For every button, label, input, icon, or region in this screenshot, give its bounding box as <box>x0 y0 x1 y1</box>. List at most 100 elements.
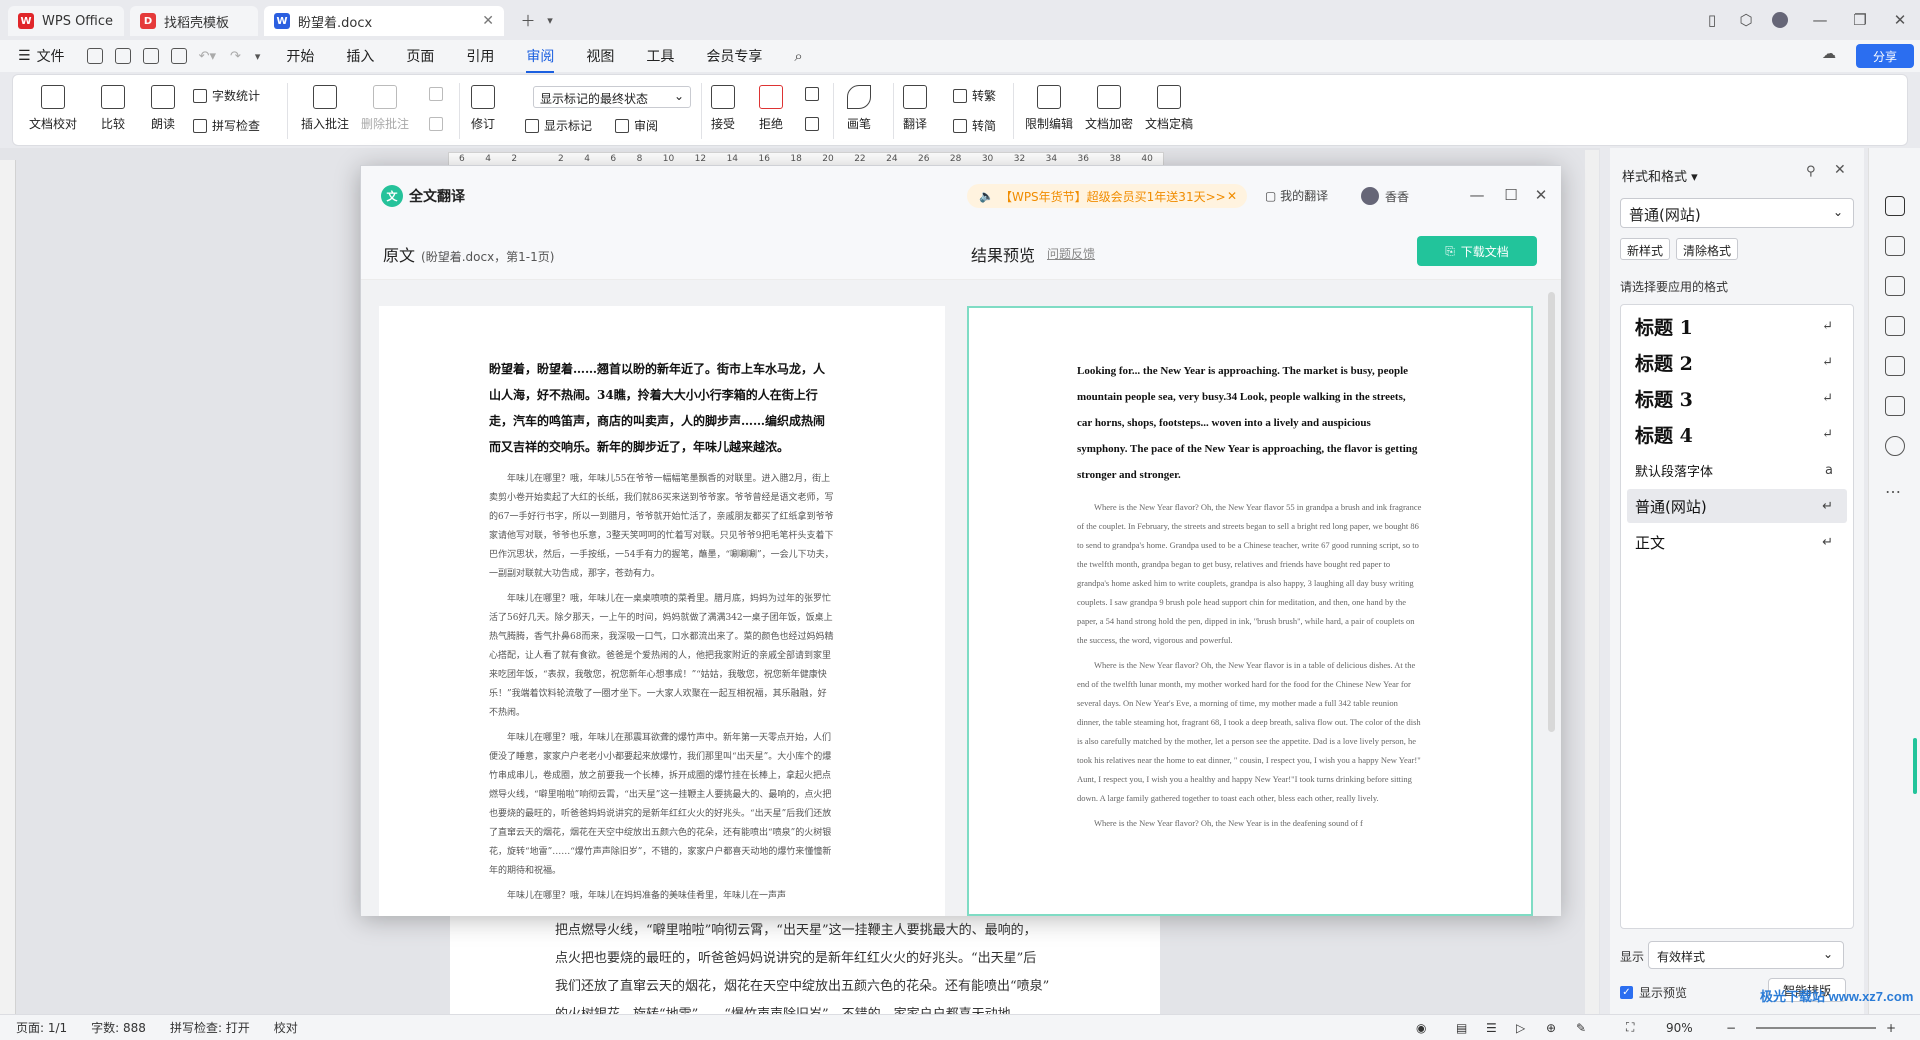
redo-icon[interactable]: ↷ <box>230 49 241 64</box>
style-pen-icon[interactable] <box>1885 196 1905 216</box>
zoom-in-icon[interactable]: + <box>1886 1021 1896 1035</box>
style-item-body[interactable]: 正文 ↵ <box>1627 525 1847 559</box>
zoom-out-icon[interactable]: − <box>1726 1021 1736 1035</box>
undo-icon[interactable]: ↶▾ <box>199 49 216 64</box>
word-count-button[interactable]: 字数统计 <box>193 87 260 104</box>
restrict-edit-button[interactable]: 限制编辑 <box>1025 85 1073 132</box>
user-account[interactable]: 香香 <box>1361 187 1409 205</box>
to-simplified-button[interactable]: 转简 <box>953 117 996 134</box>
style-item-default-font[interactable]: 默认段落字体 a <box>1627 453 1847 487</box>
reject-button[interactable]: 拒绝 <box>759 85 783 132</box>
my-translations-link[interactable]: ▢ 我的翻译 <box>1265 187 1328 204</box>
close-icon[interactable]: ✕ <box>1834 162 1846 178</box>
edit-icon[interactable] <box>1885 316 1905 336</box>
feedback-link[interactable]: 问题反馈 <box>1047 245 1095 262</box>
style-item-web-normal[interactable]: 普通(网站) ↵ <box>1627 489 1847 523</box>
tab-document[interactable]: W 盼望着.docx ✕ <box>264 6 504 36</box>
save-icon[interactable] <box>86 48 103 64</box>
close-icon[interactable]: ✕ <box>1227 189 1237 203</box>
read-aloud-button[interactable]: 朗读 <box>151 85 175 132</box>
more-chevron-icon[interactable]: ▾ <box>255 50 261 63</box>
download-button[interactable]: ⎘ 下载文档 <box>1417 236 1537 266</box>
show-markup-button[interactable]: 显示标记 <box>525 117 592 134</box>
style-item-heading3[interactable]: 标题 3 ↵ <box>1627 381 1847 415</box>
chevron-down-icon[interactable]: ▾ <box>530 8 570 32</box>
style-item-heading2[interactable]: 标题 2 ↵ <box>1627 345 1847 379</box>
show-filter-select[interactable]: 有效样式 ⌄ <box>1648 941 1844 969</box>
outline-icon[interactable]: ☰ <box>1486 1021 1497 1035</box>
eye-icon[interactable]: ◉ <box>1416 1021 1426 1035</box>
document-scrollbar[interactable] <box>1585 150 1599 1014</box>
style-item-heading1[interactable]: 标题 1 ↵ <box>1627 309 1847 343</box>
page-view-icon[interactable]: ▤ <box>1456 1021 1467 1035</box>
new-style-button[interactable]: 新样式 <box>1620 238 1671 260</box>
cloud-icon[interactable]: ☁ <box>1822 46 1836 62</box>
finalize-button[interactable]: 文档定稿 <box>1145 85 1193 132</box>
close-button[interactable]: ✕ <box>1529 184 1553 206</box>
prev-comment-button[interactable] <box>429 87 448 101</box>
to-traditional-button[interactable]: 转繁 <box>953 87 996 104</box>
delete-comment-button[interactable]: 删除批注 <box>361 85 409 132</box>
menu-tools[interactable]: 工具 <box>646 46 674 66</box>
print-icon[interactable] <box>142 48 159 64</box>
document-page[interactable]: 把点燃导火线，“噼里啪啦”响彻云霄，“出天星”这一挂鞭主人要挑最大的、最响的， … <box>450 905 1160 1014</box>
zoom-slider[interactable] <box>1756 1027 1876 1029</box>
next-comment-button[interactable] <box>429 117 448 131</box>
print-preview-icon[interactable] <box>170 48 187 64</box>
web-icon[interactable]: ⊕ <box>1546 1021 1556 1035</box>
review-pane-button[interactable]: 审阅 <box>615 117 658 134</box>
export-icon[interactable] <box>114 48 131 64</box>
tools-icon[interactable] <box>1885 356 1905 376</box>
avatar[interactable] <box>1760 8 1800 32</box>
adjust-icon[interactable] <box>1885 276 1905 296</box>
chevron-down-icon[interactable]: ▾ <box>1691 170 1698 185</box>
select-arrow-icon[interactable] <box>1885 236 1905 256</box>
share-button[interactable]: 分享 <box>1856 44 1914 68</box>
maximize-button[interactable]: ☐ <box>1499 184 1523 206</box>
spell-check-status[interactable]: 拼写检查: 打开 <box>170 1019 250 1036</box>
help-icon[interactable] <box>1885 436 1905 456</box>
window-close-button[interactable]: ✕ <box>1880 8 1920 32</box>
markup-state-select[interactable]: 显示标记的最终状态 ⌄ <box>533 86 691 108</box>
preview-checkbox[interactable]: ✓ 显示预览 <box>1620 984 1687 1001</box>
menu-review[interactable]: 审阅 <box>526 46 555 73</box>
menu-file[interactable]: 文件 <box>37 46 65 66</box>
menu-start[interactable]: 开始 <box>286 46 314 66</box>
hamburger-icon[interactable]: ☰ <box>18 48 31 64</box>
pen-button[interactable]: 画笔 <box>847 85 871 132</box>
dialog-scrollbar[interactable] <box>1548 292 1555 732</box>
encrypt-button[interactable]: 文档加密 <box>1085 85 1133 132</box>
promo-banner[interactable]: 🔈 【WPS年货节】超级会员买1年送31天>> ✕ <box>967 184 1247 208</box>
menu-reference[interactable]: 引用 <box>466 46 494 66</box>
insert-comment-button[interactable]: 插入批注 <box>301 85 349 132</box>
result-page[interactable]: Looking for... the New Year is approachi… <box>967 306 1533 916</box>
next-change-button[interactable] <box>805 117 824 131</box>
menu-insert[interactable]: 插入 <box>346 46 374 66</box>
fit-icon[interactable]: ⛶ <box>1626 1020 1634 1035</box>
accept-button[interactable]: 接受 <box>711 85 735 132</box>
backup-icon[interactable] <box>1885 396 1905 416</box>
clear-format-button[interactable]: 清除格式 <box>1676 238 1739 260</box>
tab-docer[interactable]: D 找稻壳模板 <box>130 6 258 36</box>
minimize-button[interactable]: — <box>1465 184 1489 206</box>
word-count[interactable]: 字数: 888 <box>91 1019 146 1036</box>
pen-icon[interactable]: ✎ <box>1576 1021 1586 1035</box>
menu-view[interactable]: 视图 <box>586 46 614 66</box>
play-icon[interactable]: ▷ <box>1516 1021 1525 1035</box>
proof-status[interactable]: 校对 <box>274 1019 298 1036</box>
page-indicator[interactable]: 页面: 1/1 <box>16 1019 67 1036</box>
menu-member[interactable]: 会员专享 <box>706 46 762 66</box>
current-style-select[interactable]: 普通(网站) ⌄ <box>1620 198 1854 228</box>
style-item-heading4[interactable]: 标题 4 ↵ <box>1627 417 1847 451</box>
proofread-button[interactable]: 文档校对 <box>29 85 77 132</box>
zoom-level[interactable]: 90% <box>1666 1021 1693 1035</box>
menu-page[interactable]: 页面 <box>406 46 434 66</box>
maximize-button[interactable]: ❐ <box>1840 8 1880 32</box>
minimize-button[interactable]: — <box>1800 8 1840 32</box>
prev-change-button[interactable] <box>805 87 824 101</box>
translate-button[interactable]: 翻译 <box>903 85 927 132</box>
more-icon[interactable]: … <box>1885 478 1901 497</box>
compare-button[interactable]: 比较 <box>101 85 125 132</box>
track-changes-button[interactable]: 修订 <box>471 85 495 132</box>
original-page[interactable]: 盼望着，盼望着……翘首以盼的新年近了。街市上车水马龙，人山人海，好不热闹。34瞧… <box>379 306 945 916</box>
